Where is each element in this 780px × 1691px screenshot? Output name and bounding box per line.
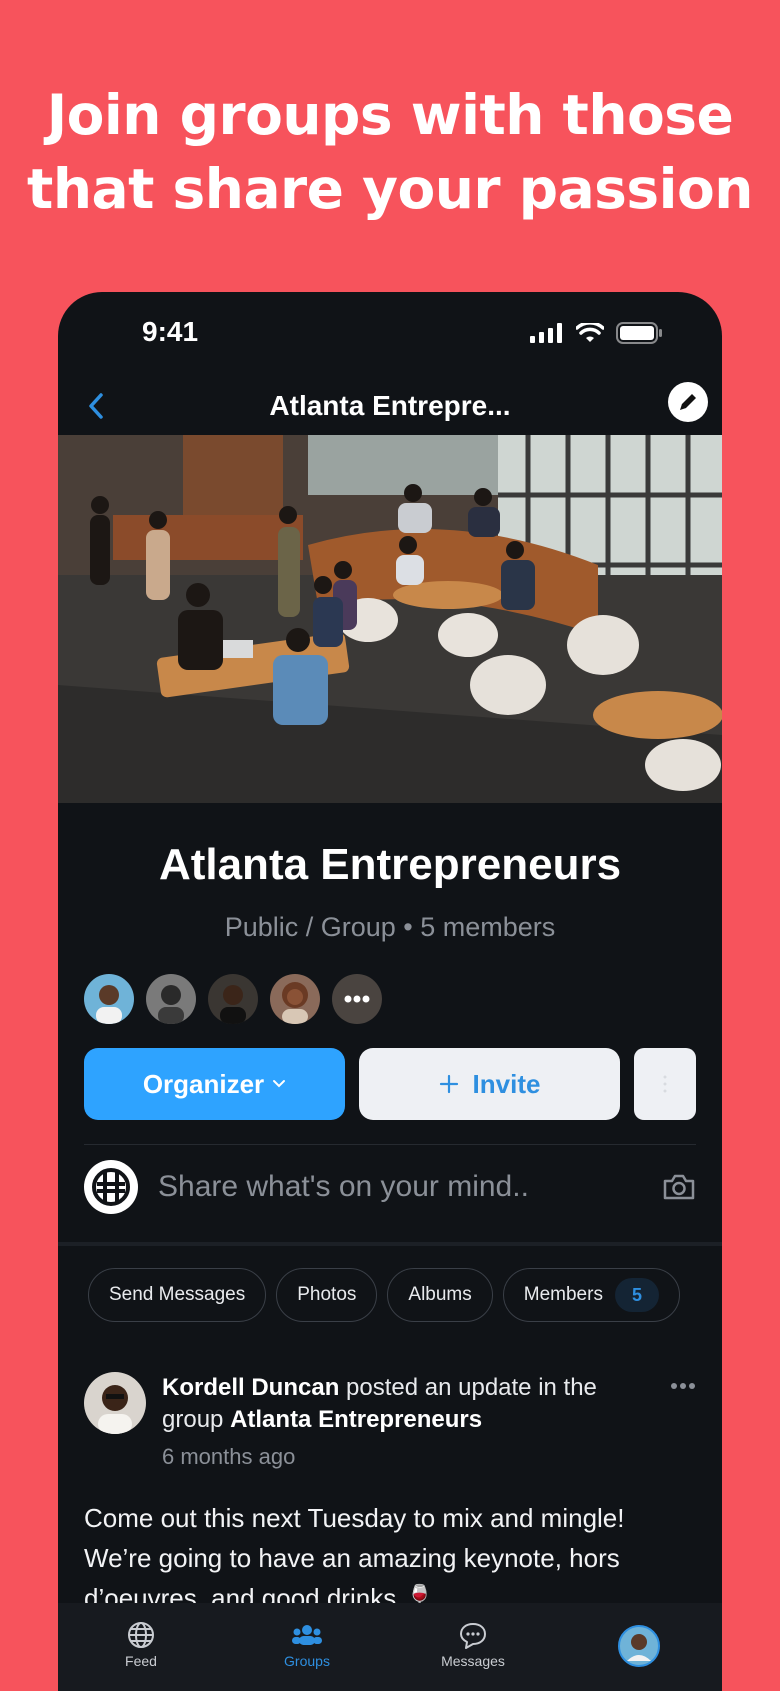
vertical-dots-icon bbox=[663, 1075, 667, 1093]
community-logo-icon bbox=[84, 1160, 138, 1214]
organizer-label: Organizer bbox=[142, 1068, 265, 1099]
status-bar: 9:41 bbox=[58, 292, 722, 372]
post-body-line: Come out this next Tuesday to mix and mi… bbox=[84, 1503, 625, 1533]
nav-title: Atlanta Entrepre... bbox=[269, 390, 511, 421]
members-count-badge: 5 bbox=[614, 1278, 659, 1312]
pencil-icon bbox=[680, 394, 696, 410]
tab-label: Groups bbox=[284, 1653, 330, 1669]
status-icons bbox=[530, 322, 662, 344]
profile-avatar bbox=[618, 1625, 660, 1667]
plus-icon bbox=[439, 1074, 458, 1094]
more-options-button[interactable] bbox=[634, 1048, 696, 1120]
group-actions: Organizer Invite bbox=[84, 1048, 696, 1120]
chip-label: Photos bbox=[297, 1284, 357, 1305]
group-cover-photo bbox=[58, 435, 722, 803]
navbar: Atlanta Entrepre... bbox=[58, 372, 722, 436]
more-members-avatar[interactable] bbox=[332, 974, 382, 1024]
chip-photos[interactable]: Photos bbox=[276, 1268, 378, 1322]
chat-bubble-icon bbox=[460, 1623, 486, 1649]
headline-line-2: that share your passion bbox=[27, 157, 753, 221]
wifi-icon bbox=[576, 323, 604, 342]
invite-label: Invite bbox=[472, 1068, 541, 1099]
status-time: 9:41 bbox=[142, 316, 199, 347]
chip-members[interactable]: Members 5 bbox=[502, 1268, 680, 1322]
group-filter-chips: Send Messages Photos Albums Members 5 bbox=[88, 1268, 680, 1322]
invite-button[interactable]: Invite bbox=[359, 1048, 620, 1120]
tab-label: Feed bbox=[125, 1653, 157, 1669]
post-more-icon[interactable] bbox=[670, 1382, 696, 1390]
phone-screen: 9:41 Atlanta Entrepre... Atlanta Entrepr… bbox=[58, 292, 722, 1691]
tab-label: Messages bbox=[441, 1653, 505, 1669]
camera-icon[interactable] bbox=[662, 1173, 696, 1201]
group-name: Atlanta Entrepreneurs bbox=[158, 840, 622, 889]
member-avatar[interactable] bbox=[84, 974, 134, 1024]
post-author[interactable]: Kordell Duncan bbox=[162, 1374, 339, 1401]
group-meta: Public / Group • 5 members bbox=[224, 912, 556, 942]
cover-image bbox=[58, 435, 722, 803]
member-avatar[interactable] bbox=[208, 974, 258, 1024]
group-people-icon bbox=[292, 1625, 322, 1645]
composer-input[interactable]: Share what's on your mind.. bbox=[158, 1170, 662, 1204]
post-group-link[interactable]: Atlanta Entrepreneurs bbox=[230, 1406, 482, 1433]
author-avatar[interactable] bbox=[84, 1372, 146, 1434]
divider bbox=[84, 1144, 696, 1145]
tab-profile[interactable] bbox=[556, 1603, 722, 1691]
tab-feed[interactable]: Feed bbox=[58, 1603, 224, 1691]
chip-label: Send Messages bbox=[109, 1284, 246, 1305]
chevron-down-icon bbox=[273, 1080, 286, 1088]
post-composer[interactable]: Share what's on your mind.. bbox=[84, 1146, 696, 1228]
tab-bar: Feed Groups Messages bbox=[58, 1603, 722, 1691]
member-avatar[interactable] bbox=[270, 974, 320, 1024]
post-body: Come out this next Tuesday to mix and mi… bbox=[84, 1498, 694, 1618]
post-summary: Kordell Duncan posted an update in the g… bbox=[162, 1372, 632, 1436]
post-time: 6 months ago bbox=[162, 1444, 296, 1469]
chip-label: Albums bbox=[408, 1284, 472, 1305]
chip-send-messages[interactable]: Send Messages bbox=[88, 1268, 267, 1322]
member-avatar[interactable] bbox=[146, 974, 196, 1024]
member-avatars[interactable] bbox=[84, 974, 382, 1024]
tab-groups[interactable]: Groups bbox=[224, 1603, 390, 1691]
globe-icon bbox=[128, 1622, 154, 1648]
section-divider bbox=[58, 1242, 722, 1246]
organizer-button[interactable]: Organizer bbox=[84, 1048, 345, 1120]
edit-button[interactable] bbox=[668, 382, 708, 422]
chip-albums[interactable]: Albums bbox=[387, 1268, 493, 1322]
signal-icon bbox=[530, 323, 562, 343]
promo-headline: Join groups with those that share your p… bbox=[0, 78, 780, 226]
tab-messages[interactable]: Messages bbox=[390, 1603, 556, 1691]
headline-line-1: Join groups with those bbox=[46, 83, 734, 147]
battery-icon bbox=[616, 322, 662, 344]
chip-label: Members bbox=[523, 1284, 603, 1305]
post-body-line: We’re going to have an amazing keynote, … bbox=[84, 1543, 620, 1573]
